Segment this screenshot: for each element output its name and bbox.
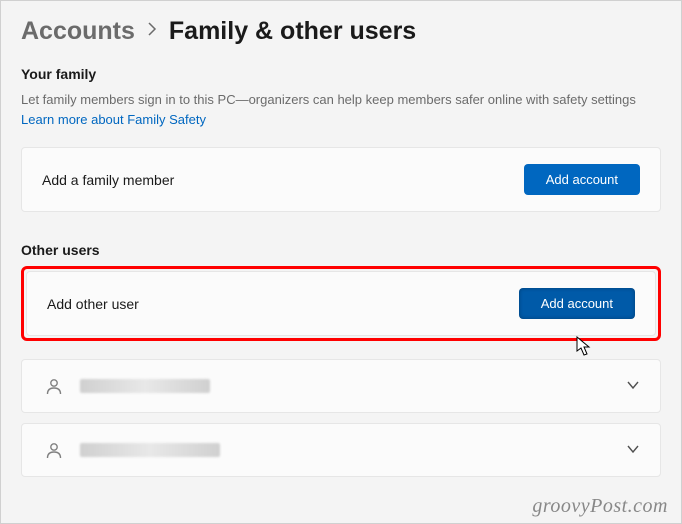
add-family-account-button[interactable]: Add account [524,164,640,195]
user-icon [42,374,66,398]
chevron-down-icon[interactable] [626,379,640,393]
learn-more-link[interactable]: Learn more about Family Safety [21,112,206,127]
user-name-redacted [80,443,220,457]
user-name-redacted [80,379,210,393]
family-section-title: Your family [21,66,661,82]
chevron-right-icon [147,22,157,41]
user-row[interactable] [21,359,661,413]
add-family-card: Add a family member Add account [21,147,661,212]
other-users-section-title: Other users [21,242,661,258]
add-family-label: Add a family member [42,172,174,188]
breadcrumb: Accounts Family & other users [21,17,661,46]
watermark: groovyPost.com [532,495,668,518]
family-section-description: Let family members sign in to this PC—or… [21,90,661,129]
user-row[interactable] [21,423,661,477]
highlighted-region: Add other user Add account [21,266,661,341]
family-desc-text: Let family members sign in to this PC—or… [21,92,636,107]
breadcrumb-parent[interactable]: Accounts [21,17,135,46]
chevron-down-icon[interactable] [626,443,640,457]
add-other-user-label: Add other user [47,296,139,312]
user-icon [42,438,66,462]
add-other-account-button[interactable]: Add account [519,288,635,319]
breadcrumb-current: Family & other users [169,17,416,46]
add-other-user-card: Add other user Add account [26,271,656,336]
